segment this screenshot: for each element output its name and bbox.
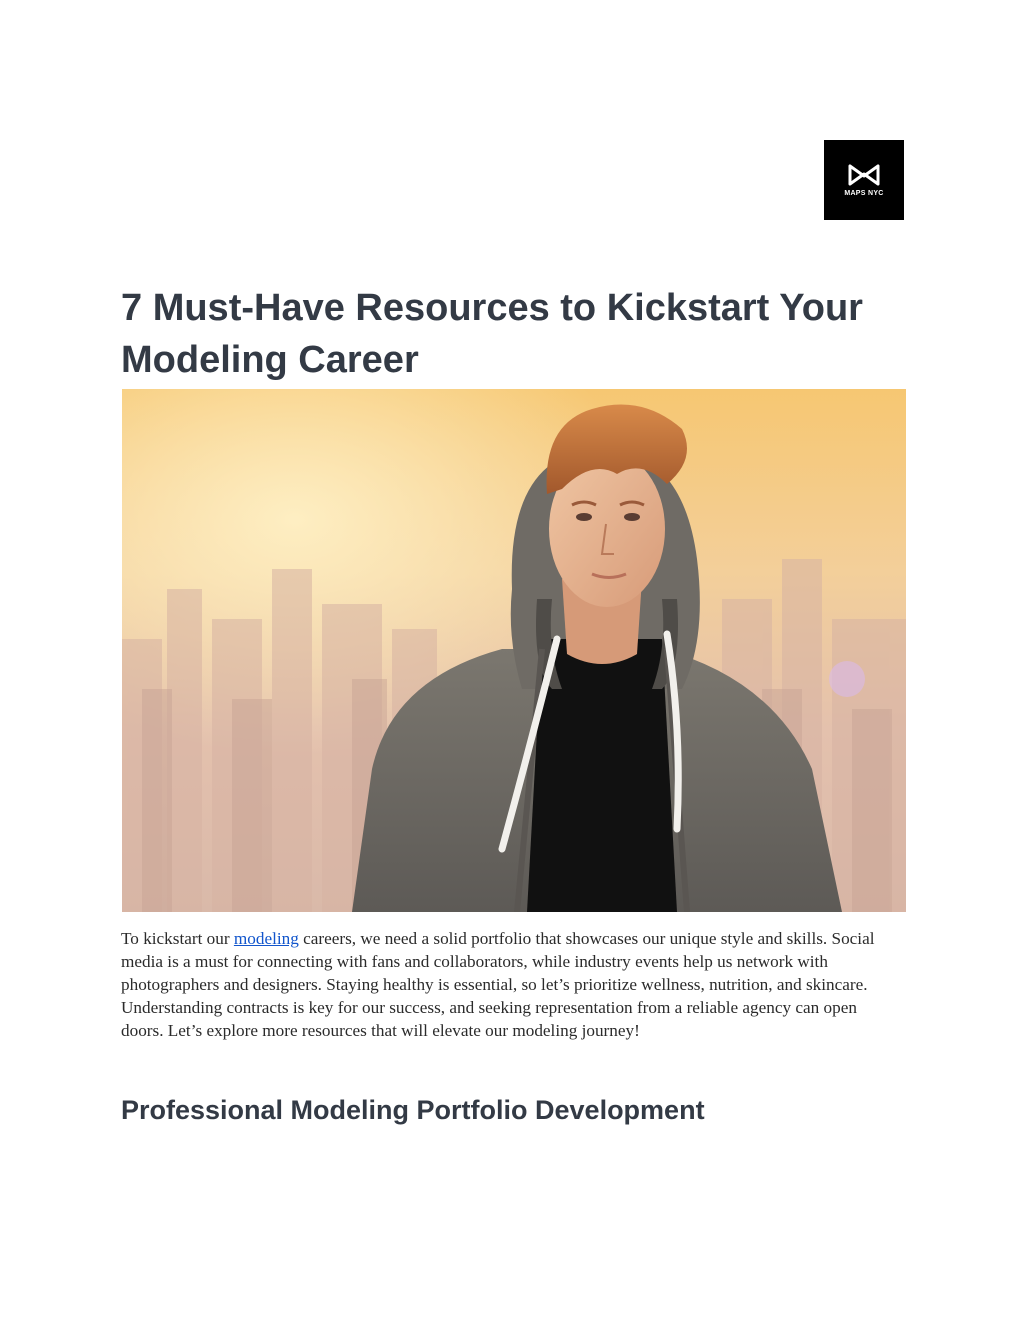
article-title: 7 Must-Have Resources to Kickstart Your … [121,287,863,381]
section-heading: Professional Modeling Portfolio Developm… [121,1095,705,1125]
site-logo[interactable]: MAPS NYC [824,140,904,220]
hero-image [122,389,906,912]
intro-text-before-link: To kickstart our [121,929,234,948]
modeling-link[interactable]: modeling [234,929,299,948]
logo-text: MAPS NYC [844,189,884,197]
mn-monogram-icon [848,164,880,185]
intro-paragraph: To kickstart our modeling careers, we ne… [121,927,901,1042]
